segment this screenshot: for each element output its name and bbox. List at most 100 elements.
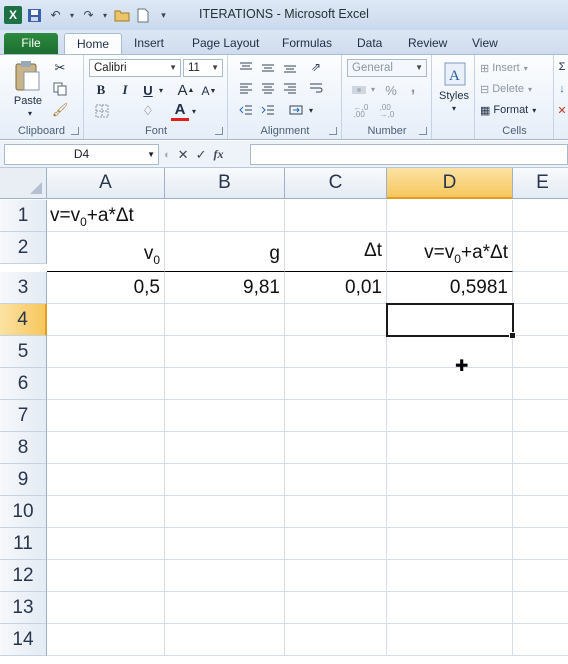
- grid-cell[interactable]: [47, 336, 165, 368]
- grid-cell[interactable]: [513, 304, 568, 336]
- cell-b2[interactable]: g: [165, 232, 285, 272]
- column-header-a[interactable]: A: [47, 168, 165, 199]
- cell-d2[interactable]: v=v0+a*Δt: [387, 232, 513, 272]
- grid-cell[interactable]: [47, 400, 165, 432]
- chevron-down-icon[interactable]: ▾: [157, 82, 165, 98]
- font-name-combo[interactable]: Calibri ▼: [89, 59, 181, 77]
- grid-cell[interactable]: [165, 432, 285, 464]
- grid-cell[interactable]: [47, 592, 165, 624]
- column-header-c[interactable]: C: [285, 168, 387, 199]
- grid-cell[interactable]: [513, 624, 568, 656]
- italic-button[interactable]: I: [117, 81, 133, 99]
- increase-decimal-icon[interactable]: ←,0,00: [351, 104, 371, 119]
- font-size-combo[interactable]: 11 ▼: [183, 59, 223, 77]
- grid-cell[interactable]: [513, 560, 568, 592]
- fill-color-icon[interactable]: ♢: [139, 103, 157, 119]
- grid-cell[interactable]: [285, 200, 387, 232]
- grid-cell[interactable]: [165, 496, 285, 528]
- cell-a1[interactable]: v=v0+a*Δt: [47, 200, 165, 232]
- grid-cell[interactable]: [387, 432, 513, 464]
- select-all-button[interactable]: [0, 168, 47, 199]
- cancel-entry-icon[interactable]: ✕: [178, 147, 189, 163]
- wrap-text-icon[interactable]: [307, 81, 325, 95]
- orientation-icon[interactable]: ⇗: [307, 59, 325, 75]
- grid-cell[interactable]: [285, 592, 387, 624]
- chevron-down-icon[interactable]: ▾: [190, 104, 198, 118]
- percent-style-button[interactable]: %: [383, 81, 399, 99]
- grid-cell[interactable]: [387, 560, 513, 592]
- grid-cell[interactable]: [513, 464, 568, 496]
- grid-cell[interactable]: [513, 232, 568, 272]
- row-header-9[interactable]: 9: [0, 464, 47, 496]
- format-cells-button[interactable]: ▦ Format ▾: [480, 102, 550, 118]
- grid-cell[interactable]: [47, 560, 165, 592]
- chevron-down-icon[interactable]: ▾: [450, 103, 458, 113]
- grid-cell[interactable]: [513, 336, 568, 368]
- row-header-4[interactable]: 4: [0, 304, 47, 336]
- underline-button[interactable]: U: [140, 81, 156, 99]
- grid-cell[interactable]: [285, 528, 387, 560]
- comma-style-button[interactable]: ,: [405, 79, 421, 97]
- accounting-format-icon[interactable]: [349, 82, 369, 98]
- chevron-down-icon[interactable]: ▾: [307, 103, 315, 117]
- align-center-icon[interactable]: [259, 81, 277, 95]
- grid-cell[interactable]: [513, 528, 568, 560]
- grid-cell[interactable]: [285, 560, 387, 592]
- grid-cell[interactable]: [47, 496, 165, 528]
- align-top-icon[interactable]: [237, 60, 255, 74]
- tab-formulas[interactable]: Formulas: [270, 33, 344, 54]
- grid-cell[interactable]: [387, 368, 513, 400]
- shrink-font-icon[interactable]: A ▼: [201, 83, 217, 99]
- align-bottom-icon[interactable]: [281, 60, 299, 74]
- grid-cell[interactable]: [165, 368, 285, 400]
- row-header-3[interactable]: 3: [0, 272, 47, 304]
- dialog-launcher-icon[interactable]: [329, 127, 337, 135]
- grid-cell[interactable]: [387, 624, 513, 656]
- row-header-14[interactable]: 14: [0, 624, 47, 656]
- tab-file[interactable]: File: [4, 33, 58, 54]
- grid-cell[interactable]: [165, 336, 285, 368]
- sum-icon[interactable]: Σ: [557, 59, 567, 75]
- grid-cell[interactable]: [387, 528, 513, 560]
- grid-cell[interactable]: [165, 592, 285, 624]
- grid-cell[interactable]: [165, 624, 285, 656]
- row-header-11[interactable]: 11: [0, 528, 47, 560]
- row-header-13[interactable]: 13: [0, 592, 47, 624]
- row-header-10[interactable]: 10: [0, 496, 47, 528]
- dialog-launcher-icon[interactable]: [71, 127, 79, 135]
- grid-cell[interactable]: [47, 528, 165, 560]
- grid-cell[interactable]: [47, 432, 165, 464]
- grid-cell[interactable]: [387, 496, 513, 528]
- number-format-combo[interactable]: General ▼: [347, 59, 427, 77]
- row-header-2[interactable]: 2: [0, 232, 47, 264]
- cell-c2[interactable]: Δt: [285, 232, 387, 272]
- tab-page-layout[interactable]: Page Layout: [180, 33, 271, 54]
- grid-cell[interactable]: [513, 200, 568, 232]
- grid-cell[interactable]: [165, 464, 285, 496]
- cell-d3[interactable]: 0,5981: [387, 272, 513, 304]
- grid-cell[interactable]: [513, 432, 568, 464]
- cell-b3[interactable]: 9,81: [165, 272, 285, 304]
- dialog-launcher-icon[interactable]: [215, 127, 223, 135]
- grid-cell[interactable]: [285, 432, 387, 464]
- tab-view[interactable]: View: [460, 33, 510, 54]
- tab-insert[interactable]: Insert: [122, 33, 176, 54]
- chevron-down-icon[interactable]: ▾: [369, 82, 377, 96]
- grid-cell[interactable]: [285, 496, 387, 528]
- row-header-8[interactable]: 8: [0, 432, 47, 464]
- grid-cell[interactable]: [285, 464, 387, 496]
- row-header-7[interactable]: 7: [0, 400, 47, 432]
- styles-icon[interactable]: A: [443, 61, 467, 87]
- font-color-button[interactable]: A: [171, 101, 189, 121]
- grow-font-icon[interactable]: A ▲: [177, 81, 195, 99]
- column-header-b[interactable]: B: [165, 168, 285, 199]
- dialog-launcher-icon[interactable]: [419, 127, 427, 135]
- align-left-icon[interactable]: [237, 81, 255, 95]
- row-header-6[interactable]: 6: [0, 368, 47, 400]
- tab-data[interactable]: Data: [345, 33, 394, 54]
- align-right-icon[interactable]: [281, 81, 299, 95]
- grid-cell[interactable]: [387, 400, 513, 432]
- grid-cell[interactable]: [513, 368, 568, 400]
- confirm-entry-icon[interactable]: ✓: [196, 147, 207, 163]
- decrease-decimal-icon[interactable]: ,00 →,0: [377, 104, 397, 119]
